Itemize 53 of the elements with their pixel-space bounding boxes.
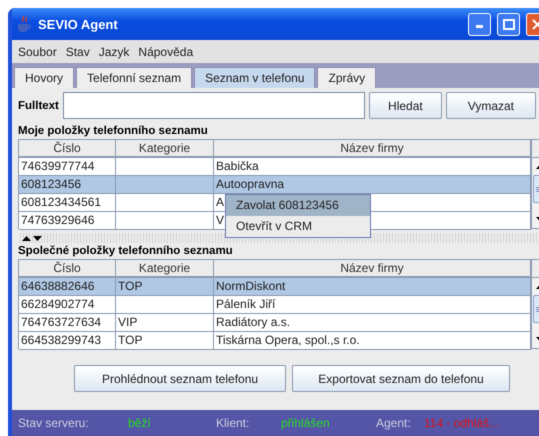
menu-item[interactable]: Soubor bbox=[18, 44, 57, 58]
column-header[interactable]: Kategorie bbox=[116, 260, 214, 277]
field-label: Fulltext bbox=[18, 100, 59, 112]
menu-item[interactable]: Stav bbox=[66, 44, 90, 58]
table-cell: 664538299743 bbox=[19, 332, 116, 349]
down-arrow-icon bbox=[33, 236, 42, 240]
up-arrow-icon bbox=[22, 236, 31, 240]
table-row[interactable]: 64638882646 TOP NormDiskont bbox=[19, 278, 531, 296]
menu-item[interactable]: Nápověda bbox=[138, 44, 194, 58]
table-cell: 74763929646 bbox=[19, 212, 116, 229]
action-button[interactable]: Exportovat seznam do telefonu bbox=[292, 365, 510, 392]
clear-button[interactable]: Vymazat bbox=[446, 92, 536, 119]
coffee-cup-icon bbox=[16, 15, 32, 33]
table-row[interactable]: 664538299743 TOP Tiskárna Opera, spol.,s r.o. bbox=[19, 332, 531, 350]
menu-item[interactable]: Zavolat 608123456 bbox=[226, 195, 370, 216]
column-header[interactable]: Číslo bbox=[19, 260, 116, 277]
status-label: Stav serveru: bbox=[18, 416, 90, 430]
search-field[interactable] bbox=[62, 92, 365, 119]
search-button[interactable]: Hledat bbox=[368, 92, 442, 119]
section-title: Společné položky telefonního seznamu bbox=[18, 244, 234, 259]
status-label: Klient: bbox=[216, 416, 250, 430]
table-cell: TOP bbox=[116, 332, 214, 349]
tab[interactable]: Zprávy bbox=[317, 67, 376, 88]
status-value: běží bbox=[128, 416, 152, 430]
column-header[interactable]: Název firmy bbox=[214, 140, 531, 157]
table-cell: 608123434561 bbox=[19, 194, 116, 211]
table-cell: 74639977744 bbox=[19, 158, 116, 175]
table-cell: TOP bbox=[116, 278, 214, 295]
window-title: SEVIO Agent bbox=[38, 16, 119, 32]
column-header[interactable]: Název firmy bbox=[214, 260, 531, 277]
table-row[interactable]: 66284902774 Páleník Jiří bbox=[19, 296, 531, 314]
menu-item[interactable]: Jazyk bbox=[98, 44, 130, 58]
tab[interactable]: Telefonní seznam bbox=[76, 67, 192, 88]
maximize-icon bbox=[502, 18, 514, 30]
tab[interactable]: Seznam v telefonu bbox=[194, 67, 316, 88]
tab[interactable]: Hovory bbox=[14, 67, 74, 88]
maximize-button[interactable] bbox=[497, 12, 520, 36]
table-cell: VIP bbox=[116, 314, 214, 331]
table-cell: 64638882646 bbox=[19, 278, 116, 295]
table-cell: 764763727634 bbox=[19, 314, 116, 331]
section-title: Moje položky telefonního seznamu bbox=[18, 124, 209, 139]
table-cell: 608123456 bbox=[19, 176, 116, 193]
status-value: 114 - odhláš... bbox=[424, 416, 500, 430]
minimize-button[interactable] bbox=[468, 12, 491, 36]
action-button[interactable]: Prohlédnout seznam telefonu bbox=[74, 365, 286, 392]
column-header[interactable]: Číslo bbox=[19, 140, 116, 157]
table-row[interactable]: 74639977744 Babička bbox=[19, 158, 531, 176]
table-row[interactable]: 608123456 Autoopravna bbox=[19, 176, 531, 194]
column-header[interactable]: Kategorie bbox=[116, 140, 214, 157]
table-cell: 66284902774 bbox=[19, 296, 116, 313]
status-value: přihlášen bbox=[281, 416, 331, 430]
table-row[interactable]: 764763727634 VIP Radiátory a.s. bbox=[19, 314, 531, 332]
status-label: Agent: bbox=[376, 416, 412, 430]
